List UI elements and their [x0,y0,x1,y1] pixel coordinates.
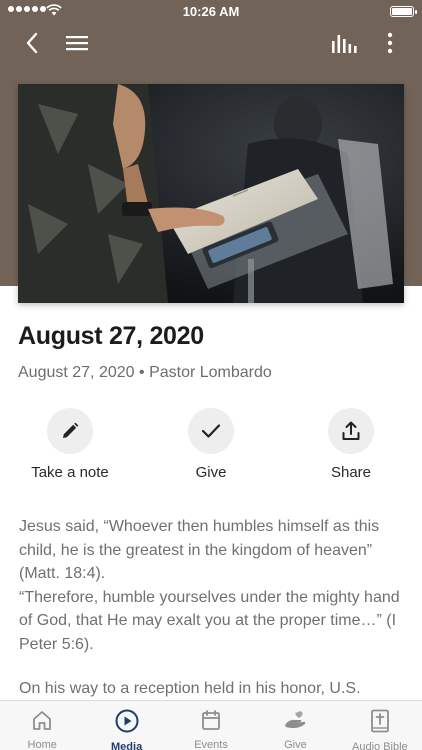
audio-button[interactable] [330,28,358,58]
back-icon [26,32,38,54]
audio-bars-icon [332,35,357,53]
sermon-speaker: Pastor Lombardo [149,364,272,381]
more-options-button[interactable] [380,28,400,58]
battery-icon [390,6,417,17]
tab-events[interactable]: Events [169,701,253,750]
sermon-description: Jesus said, “Whoever then humbles himsel… [19,515,405,701]
pencil-icon [63,422,79,438]
tab-audio-bible[interactable]: Audio Bible [338,701,422,750]
give-action-button[interactable]: Give [156,408,266,481]
share-circle[interactable] [328,408,374,454]
description-paragraph: Jesus said, “Whoever then humbles himsel… [19,518,380,582]
share-icon [342,421,360,440]
tab-give[interactable]: Give [253,701,337,750]
tab-audio-bible-label: Audio Bible [352,741,408,750]
status-time: 10:26 AM [182,4,240,19]
take-note-label: Take a note [31,464,109,481]
play-circle-icon [115,709,139,733]
sermon-date: August 27, 2020 [18,364,135,381]
menu-button[interactable] [64,28,90,58]
take-note-button[interactable]: Take a note [15,408,125,481]
sermon-hero-image [18,84,404,303]
sermon-meta: August 27, 2020 • Pastor Lombardo [18,364,272,382]
tab-media-label: Media [111,741,143,750]
bible-icon [370,709,389,733]
tab-home-label: Home [27,739,57,750]
sermon-title: August 27, 2020 [18,322,204,350]
meta-separator: • [139,364,145,381]
description-paragraph: On his way to a reception held in his ho… [19,680,361,697]
menu-icon [66,36,88,51]
tab-media[interactable]: Media [84,701,168,750]
take-note-circle[interactable] [47,408,93,454]
share-button[interactable]: Share [296,408,406,481]
give-action-circle[interactable] [188,408,234,454]
tab-events-label: Events [194,739,228,750]
giving-hand-icon [285,711,306,728]
tab-home[interactable]: Home [0,701,84,750]
status-bar: 10:26 AM [0,0,422,24]
more-vertical-icon [387,32,393,54]
home-icon [33,711,52,730]
description-paragraph: “Therefore, humble yourselves under the … [19,588,400,653]
give-action-label: Give [195,464,227,481]
tab-give-label: Give [284,739,307,750]
share-label: Share [330,464,372,481]
calendar-icon [202,710,220,730]
back-button[interactable] [20,28,44,58]
bottom-tab-bar: Home Media Events Give Audio Bible [0,700,422,750]
check-icon [201,424,221,438]
